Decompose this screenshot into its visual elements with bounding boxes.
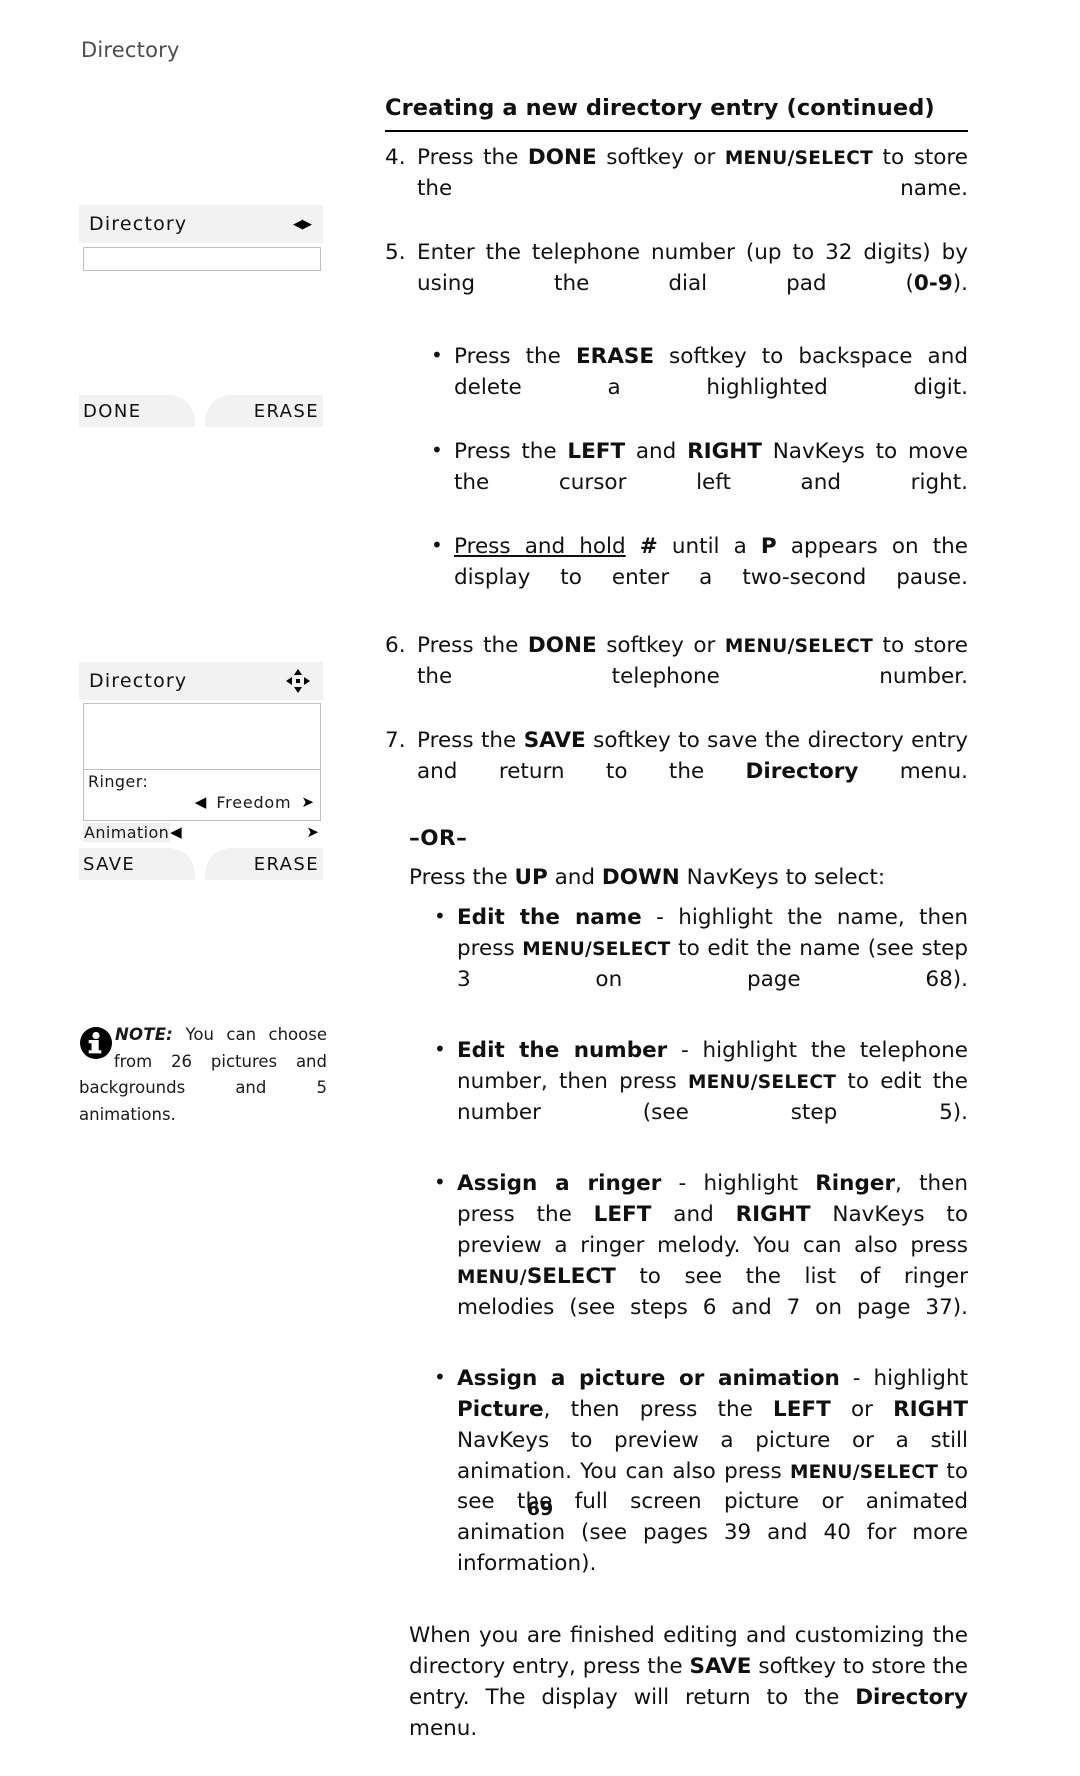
animation-label: Animation [83, 823, 171, 842]
step-text: Press the DONE softkey or MENU/SELECT to… [417, 632, 969, 689]
running-head: Directory [81, 38, 180, 62]
or-separator: –OR– [409, 826, 468, 852]
page-title: Creating a new directory entry (continue… [385, 92, 968, 133]
lcd-illustration-entry-options: Directory Ringer: Freedom Animation [79, 662, 323, 880]
note-label: NOTE: [115, 1025, 173, 1044]
main-content-column: Creating a new directory entry (continue… [385, 92, 968, 1776]
bullet-text: Edit the number - highlight the telephon… [457, 1038, 969, 1126]
right-arrow-icon[interactable] [301, 795, 314, 810]
lcd-title-bar: Directory ◀▶ [79, 205, 323, 243]
list-item: Press the LEFT and RIGHT NavKeys to move… [427, 436, 968, 530]
left-arrow-icon-animation[interactable] [170, 825, 182, 840]
list-item: Edit the name - highlight the name, then… [430, 902, 968, 1027]
step-item-6: Press the DONE softkey or MENU/SELECT to… [385, 631, 968, 724]
bullet-text: Press the LEFT and RIGHT NavKeys to move… [454, 438, 968, 495]
bullet-text: Assign a ringer - highlight Ringer, then… [457, 1170, 968, 1320]
ringer-label: Ringer: [88, 772, 149, 791]
step5-bullet-list: Press the ERASE softkey to backspace and… [385, 341, 968, 625]
left-arrow-icon[interactable] [195, 795, 207, 810]
lcd-title: Directory [89, 213, 188, 235]
list-item: Assign a picture or animation - highligh… [430, 1363, 969, 1612]
closing-text: When you are finished editing and custom… [409, 1623, 968, 1742]
lcd-softkey-row: DONE ERASE [79, 395, 323, 427]
steps-list-part2: Press the DONE softkey or MENU/SELECT to… [385, 631, 968, 819]
softkey-save[interactable]: SAVE [79, 848, 195, 880]
or-intro-text: Press the UP and DOWN NavKeys to select: [409, 865, 886, 891]
lcd-title-bar-2: Directory [79, 662, 323, 700]
lcd-preview-area [83, 703, 321, 769]
softkey-done[interactable]: DONE [79, 395, 195, 427]
step-text: Enter the telephone number (up to 32 dig… [417, 240, 968, 297]
closing-paragraph: When you are finished editing and custom… [409, 1621, 968, 1776]
step-item-7: Press the SAVE softkey to save the direc… [385, 726, 968, 819]
lcd-name-input-field[interactable] [83, 247, 321, 271]
bullet-text: Edit the name - highlight the name, then… [457, 905, 968, 993]
bullet-text: Assign a picture or animation - highligh… [457, 1365, 969, 1577]
softkey-erase-2[interactable]: ERASE [205, 848, 323, 880]
bullet-text: Press and hold # until a P appears on th… [454, 533, 968, 590]
list-item: Press and hold # until a P appears on th… [427, 531, 968, 625]
right-arrow-icon-animation[interactable] [306, 825, 319, 840]
softkey-erase[interactable]: ERASE [205, 395, 323, 427]
animation-selector-row[interactable]: Animation [83, 823, 321, 842]
step-item-5: Enter the telephone number (up to 32 dig… [385, 238, 968, 331]
info-icon [79, 1026, 113, 1060]
steps-list-part1: Press the DONE softkey or MENU/SELECT to… [385, 143, 968, 331]
step-text: Press the SAVE softkey to save the direc… [417, 727, 969, 784]
lcd-blank-area [79, 271, 323, 389]
illustration-gap [79, 427, 325, 662]
step-text: Press the DONE softkey or MENU/SELECT to… [417, 145, 969, 202]
lcd-ringer-section: Ringer: Freedom [83, 769, 321, 821]
ringer-selector-row[interactable]: Freedom [88, 793, 316, 812]
note-block: NOTE: You can choose from 26 pictures an… [79, 1022, 327, 1129]
or-intro-paragraph: Press the UP and DOWN NavKeys to select: [409, 863, 968, 894]
list-item: Assign a ringer - highlight Ringer, then… [430, 1168, 968, 1355]
lcd-softkey-row-2: SAVE ERASE [79, 848, 323, 880]
four-way-navigation-icon [285, 668, 311, 694]
ringer-value: Freedom [216, 793, 292, 812]
list-item: Edit the number - highlight the telephon… [430, 1035, 969, 1160]
page-number: 69 [526, 1498, 554, 1520]
step-item-4: Press the DONE softkey or MENU/SELECT to… [385, 143, 968, 236]
lcd-illustration-name-entry: Directory ◀▶ DONE ERASE [79, 205, 323, 427]
left-right-arrows-icon: ◀▶ [293, 216, 312, 232]
lcd-title-2: Directory [89, 670, 188, 692]
list-item: Press the ERASE softkey to backspace and… [427, 341, 968, 435]
bullet-text: Press the ERASE softkey to backspace and… [454, 344, 968, 401]
illustrations-column: Directory ◀▶ DONE ERASE Directory Ringer… [79, 205, 325, 880]
